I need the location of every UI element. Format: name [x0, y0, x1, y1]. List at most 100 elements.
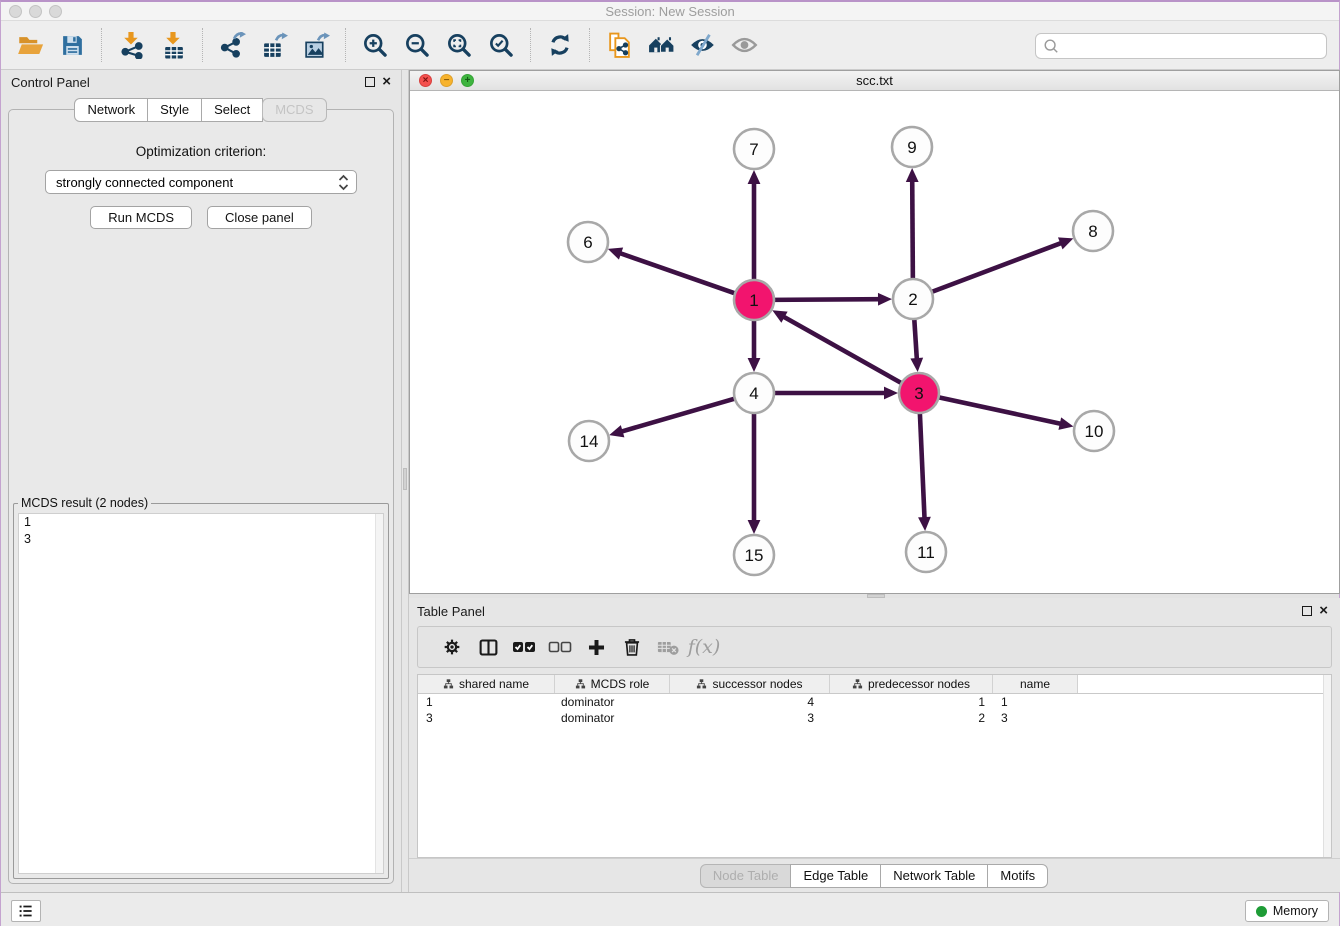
search-input[interactable]: [1064, 39, 1326, 54]
table-panel-title: Table Panel: [417, 604, 485, 619]
tab-node-table[interactable]: Node Table: [700, 864, 792, 888]
graph-node-label: 6: [583, 233, 592, 252]
table-header-row: shared name MCDS role successor nodes: [418, 675, 1331, 694]
mcds-result-node: 3: [19, 531, 383, 548]
cell-successor-nodes[interactable]: 4: [670, 695, 830, 709]
graph-edge-3-10[interactable]: [937, 397, 1062, 424]
graph-edge-2-9[interactable]: [912, 180, 913, 281]
tab-network[interactable]: Network: [74, 98, 148, 122]
open-session-button[interactable]: [11, 26, 49, 64]
cell-mcds-role[interactable]: dominator: [555, 695, 670, 709]
tab-motifs[interactable]: Motifs: [987, 864, 1048, 888]
list-icon: [17, 902, 35, 920]
table-scrollbar[interactable]: [1323, 675, 1331, 857]
trash-icon: [622, 637, 642, 657]
select-all-icon: [512, 638, 536, 656]
panel-splitter-vertical[interactable]: [401, 70, 409, 892]
import-network-button[interactable]: [112, 26, 150, 64]
cell-name[interactable]: 3: [993, 711, 1078, 725]
table-settings-button[interactable]: [434, 637, 470, 657]
cell-mcds-role[interactable]: dominator: [555, 711, 670, 725]
graph-edge-arrow: [906, 168, 919, 182]
graph-edge-4-14[interactable]: [621, 398, 737, 432]
function-icon: f(x): [688, 636, 721, 658]
graph-edge-1-6[interactable]: [619, 253, 737, 294]
graph-edge-2-3[interactable]: [914, 317, 917, 360]
task-history-button[interactable]: [11, 900, 41, 922]
zoom-in-button[interactable]: [356, 26, 394, 64]
run-mcds-button[interactable]: Run MCDS: [90, 206, 192, 229]
graph-edge-1-2[interactable]: [772, 299, 880, 300]
splitter-handle[interactable]: [403, 468, 407, 490]
close-table-panel-icon[interactable]: ×: [1319, 606, 1328, 616]
tab-mcds[interactable]: MCDS: [262, 98, 326, 122]
mcds-panel: Optimization criterion: strongly connect…: [8, 109, 394, 884]
tab-select[interactable]: Select: [201, 98, 263, 122]
home-button[interactable]: [642, 26, 680, 64]
select-all-columns-button[interactable]: [506, 638, 542, 656]
home-icon: [647, 32, 676, 58]
float-table-panel-icon[interactable]: [1302, 606, 1312, 616]
toolbar-separator: [530, 28, 531, 62]
app-window: Session: New Session: [0, 0, 1340, 926]
network-canvas[interactable]: 7968124314101511: [410, 91, 1339, 593]
cell-predecessor-nodes[interactable]: 2: [830, 711, 993, 725]
graph-edge-2-8[interactable]: [930, 243, 1062, 293]
export-image-button[interactable]: [297, 26, 335, 64]
search-field[interactable]: [1035, 33, 1327, 59]
tab-network-table[interactable]: Network Table: [880, 864, 988, 888]
graph-edge-arrow: [918, 517, 931, 531]
export-table-button[interactable]: [255, 26, 293, 64]
zoom-selected-button[interactable]: [482, 26, 520, 64]
save-session-button[interactable]: [53, 26, 91, 64]
cell-shared-name[interactable]: 3: [418, 711, 555, 725]
optimization-criterion-select[interactable]: strongly connected component: [45, 170, 357, 194]
graph-node-label: 11: [917, 543, 935, 562]
column-header-predecessor-nodes[interactable]: predecessor nodes: [830, 675, 993, 693]
column-header-name[interactable]: name: [993, 675, 1078, 693]
unselect-all-columns-button[interactable]: [542, 638, 578, 656]
column-header-successor-nodes[interactable]: successor nodes: [670, 675, 830, 693]
close-panel-button[interactable]: Close panel: [207, 206, 312, 229]
tab-edge-table[interactable]: Edge Table: [790, 864, 881, 888]
window-title: Session: New Session: [1, 4, 1339, 19]
table-row: 1 dominator 4 1 1: [418, 694, 1331, 710]
toolbar-separator: [345, 28, 346, 62]
graph-edge-3-1[interactable]: [783, 316, 904, 384]
duplicate-network-icon: [606, 32, 633, 59]
close-panel-icon[interactable]: ×: [382, 77, 391, 87]
mcds-result-text-area[interactable]: 1 3: [18, 513, 384, 874]
main-toolbar: [1, 21, 1339, 70]
float-panel-icon[interactable]: [365, 77, 375, 87]
column-header-shared-name[interactable]: shared name: [418, 675, 555, 693]
zoom-fit-button[interactable]: [440, 26, 478, 64]
import-table-icon: [160, 32, 187, 59]
cell-shared-name[interactable]: 1: [418, 695, 555, 709]
refresh-view-button[interactable]: [541, 26, 579, 64]
graph-node-label: 4: [749, 384, 758, 403]
network-view-window: × − + scc.txt 7968124314101511: [409, 70, 1340, 594]
cell-name[interactable]: 1: [993, 695, 1078, 709]
zoom-out-button[interactable]: [398, 26, 436, 64]
cell-predecessor-nodes[interactable]: 1: [830, 695, 993, 709]
split-view-button[interactable]: [470, 637, 506, 658]
zoom-in-icon: [362, 32, 389, 59]
column-header-mcds-role[interactable]: MCDS role: [555, 675, 670, 693]
graph-edge-arrow: [1058, 417, 1073, 430]
open-folder-icon: [17, 32, 44, 59]
cell-successor-nodes[interactable]: 3: [670, 711, 830, 725]
import-table-button[interactable]: [154, 26, 192, 64]
show-details-button: [726, 26, 764, 64]
tab-style[interactable]: Style: [147, 98, 202, 122]
refresh-icon: [547, 32, 573, 58]
duplicate-network-button[interactable]: [600, 26, 638, 64]
graph-node-label: 9: [907, 138, 916, 157]
hide-details-button[interactable]: [684, 26, 722, 64]
graph-edge-3-11[interactable]: [920, 411, 925, 519]
add-column-button[interactable]: [578, 638, 614, 657]
graph-node-label: 8: [1088, 222, 1097, 241]
memory-button[interactable]: Memory: [1245, 900, 1329, 922]
export-network-button[interactable]: [213, 26, 251, 64]
result-scrollbar[interactable]: [375, 514, 383, 873]
delete-columns-button[interactable]: [614, 637, 650, 657]
